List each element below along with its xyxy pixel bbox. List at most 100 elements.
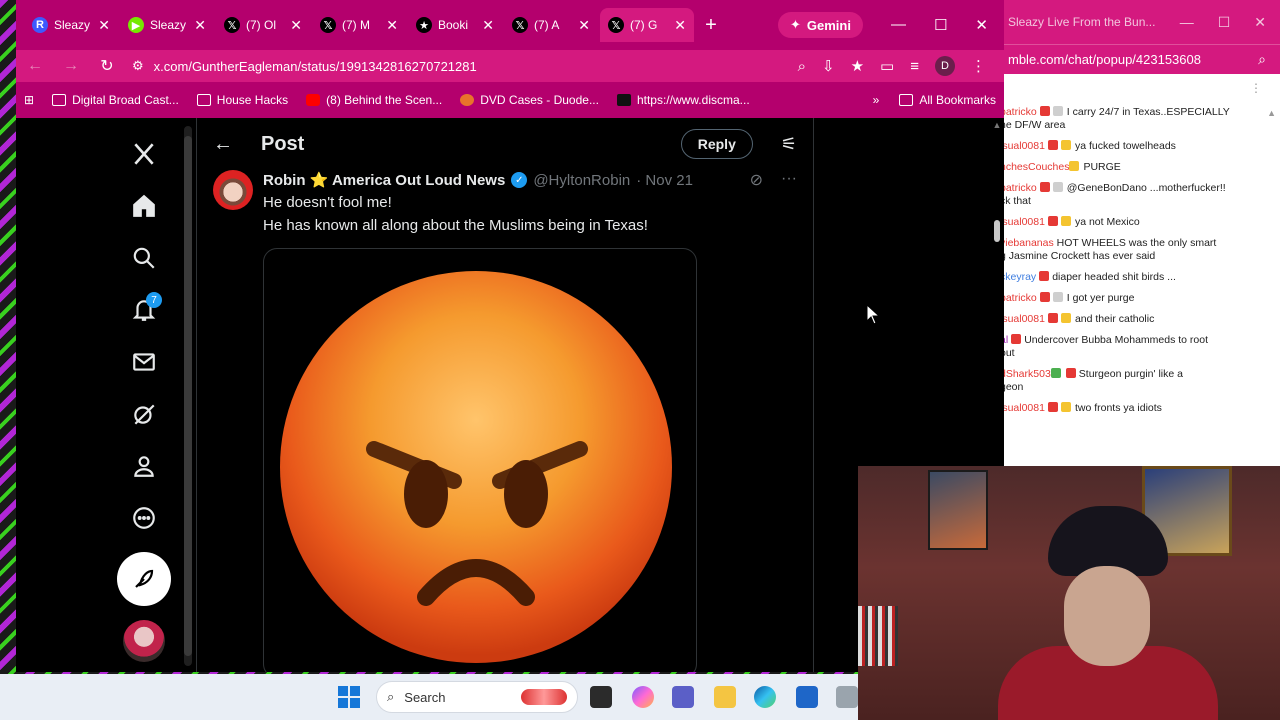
chat-username[interactable]: isual0081 [1004, 140, 1045, 152]
chat-menu-icon[interactable]: ⋮ [1250, 81, 1262, 95]
user-badge-icon [1060, 313, 1071, 323]
menu-kebab-icon[interactable]: ⋮ [971, 57, 986, 75]
new-tab-button[interactable]: + [696, 14, 726, 37]
taskbar-app-icon[interactable] [836, 686, 858, 708]
bookmark-item[interactable]: House Hacks [196, 93, 288, 107]
bookmark-item[interactable]: Digital Broad Cast... [52, 93, 179, 107]
gemini-button[interactable]: ✦ Gemini [777, 12, 863, 38]
close-window-icon[interactable]: ✕ [1254, 14, 1266, 31]
grok-icon[interactable] [118, 388, 170, 440]
author-name[interactable]: Robin ⭐ America Out Loud News [263, 171, 505, 189]
maximize-icon[interactable]: ☐ [934, 16, 947, 34]
chat-scroll-up-icon[interactable]: ▲ [1267, 108, 1276, 118]
user-badge-icon [1039, 106, 1050, 116]
window-controls: — ☐ ✕ [891, 16, 988, 34]
forward-icon[interactable]: → [60, 57, 82, 75]
bookmarks-overflow-icon[interactable]: » [873, 93, 880, 107]
user-badge-icon [1052, 106, 1063, 116]
reload-icon[interactable]: ↻ [96, 56, 118, 76]
browser-tab[interactable]: ▶ Sleazy ✕ [120, 8, 214, 42]
close-tab-icon[interactable]: ✕ [578, 17, 590, 34]
chat-username[interactable]: patricko [1004, 106, 1037, 118]
close-tab-icon[interactable]: ✕ [674, 17, 686, 34]
teams-icon[interactable] [672, 686, 694, 708]
scroll-up-icon[interactable]: ▲ [992, 120, 1002, 130]
zoom-icon[interactable]: ⌕ [1258, 51, 1266, 68]
close-window-icon[interactable]: ✕ [975, 16, 988, 34]
apps-grid-icon[interactable]: ⊞ [24, 93, 34, 107]
taskbar-search[interactable]: ⌕ Search [376, 681, 578, 713]
chat-message: dShark503 Sturgeon purgin' like a geon [1004, 364, 1280, 398]
cast-icon[interactable]: ▭ [880, 57, 894, 75]
chat-username[interactable]: al [1004, 334, 1008, 346]
author-handle[interactable]: @HyltonRobin [533, 172, 630, 189]
scrollbar-thumb[interactable] [184, 136, 192, 656]
tweet-date[interactable]: · Nov 21 [636, 172, 693, 189]
left-scrollbar[interactable] [184, 126, 192, 666]
chat-username[interactable]: ckeyray [1004, 271, 1036, 283]
windows-start-icon[interactable] [338, 686, 360, 708]
more-options-icon[interactable]: ··· [781, 170, 797, 190]
bookmark-star-icon[interactable]: ★ [851, 57, 864, 75]
close-tab-icon[interactable]: ✕ [194, 17, 206, 34]
chat-username[interactable]: viebananas [1004, 237, 1054, 249]
windows-taskbar: ⌕ Search [0, 674, 858, 720]
home-icon[interactable] [118, 180, 170, 232]
tweet-author-avatar[interactable] [213, 170, 253, 210]
minimize-icon[interactable]: — [891, 16, 906, 34]
back-arrow-icon[interactable]: ← [213, 133, 233, 156]
grok-explain-icon[interactable]: ⊘ [750, 170, 763, 190]
browser-tab[interactable]: ★ Booki ✕ [408, 8, 502, 42]
edge-browser-icon[interactable] [754, 686, 776, 708]
maximize-icon[interactable]: ☐ [1218, 14, 1231, 31]
bookmark-item[interactable]: (8) Behind the Scen... [306, 93, 442, 107]
tweet-media[interactable] [263, 248, 697, 672]
browser-tab[interactable]: R Sleazy ✕ [24, 8, 118, 42]
install-app-icon[interactable]: ⇩ [822, 57, 835, 75]
account-avatar[interactable] [123, 620, 165, 662]
copilot-icon[interactable] [632, 686, 654, 708]
scrollbar-thumb[interactable] [994, 220, 1000, 242]
task-view-icon[interactable] [590, 686, 612, 708]
chat-username[interactable]: dShark503 [1004, 368, 1051, 380]
chat-username[interactable]: patricko [1004, 292, 1037, 304]
more-circle-icon[interactable] [118, 492, 170, 544]
site-info-icon[interactable]: ⚙ [132, 58, 144, 74]
search-icon[interactable] [118, 232, 170, 284]
close-tab-icon[interactable]: ✕ [98, 17, 110, 34]
file-explorer-icon[interactable] [714, 686, 736, 708]
chat-username[interactable]: patricko [1004, 182, 1037, 194]
profile-avatar[interactable]: D [935, 56, 955, 76]
bookmark-item[interactable]: https://www.discma... [616, 93, 750, 107]
bookmark-label: DVD Cases - Duode... [480, 93, 599, 107]
filter-sliders-icon[interactable]: ⚟ [781, 134, 797, 155]
chat-username[interactable]: isual0081 [1004, 402, 1045, 414]
notifications-bell-icon[interactable]: 7 [118, 284, 170, 336]
chat-username[interactable]: nchesCouches [1004, 161, 1069, 173]
browser-tab[interactable]: 𝕏 (7) G ✕ [600, 8, 694, 42]
browser-tab[interactable]: 𝕏 (7) M ✕ [312, 8, 406, 42]
close-tab-icon[interactable]: ✕ [290, 17, 302, 34]
messages-envelope-icon[interactable] [118, 336, 170, 388]
store-icon[interactable] [796, 686, 818, 708]
chat-username[interactable]: isual0081 [1004, 313, 1045, 325]
browser-tab[interactable]: 𝕏 (7) A ✕ [504, 8, 598, 42]
browser-tab[interactable]: 𝕏 (7) Ol ✕ [216, 8, 310, 42]
close-tab-icon[interactable]: ✕ [482, 17, 494, 34]
bookmark-label: (8) Behind the Scen... [326, 93, 443, 107]
compose-post-button[interactable] [117, 552, 171, 606]
all-bookmarks-button[interactable]: All Bookmarks [899, 93, 996, 107]
bookmark-item[interactable]: DVD Cases - Duode... [460, 93, 599, 107]
address-bar[interactable]: ⚙ x.com/GuntherEagleman/status/199134281… [132, 52, 784, 80]
chat-username[interactable]: isual0081 [1004, 216, 1045, 228]
profile-person-icon[interactable] [118, 440, 170, 492]
back-icon[interactable]: ← [24, 57, 46, 75]
dvd-icon [460, 94, 475, 106]
media-controls-icon[interactable]: ≡ [910, 58, 919, 75]
zoom-icon[interactable]: ⌕ [798, 58, 806, 75]
minimize-icon[interactable]: — [1180, 14, 1194, 31]
x-logo-icon[interactable] [118, 128, 170, 180]
reply-button[interactable]: Reply [680, 129, 753, 159]
close-tab-icon[interactable]: ✕ [386, 17, 398, 34]
tweet-text-line-1: He doesn't fool me! [263, 194, 392, 211]
